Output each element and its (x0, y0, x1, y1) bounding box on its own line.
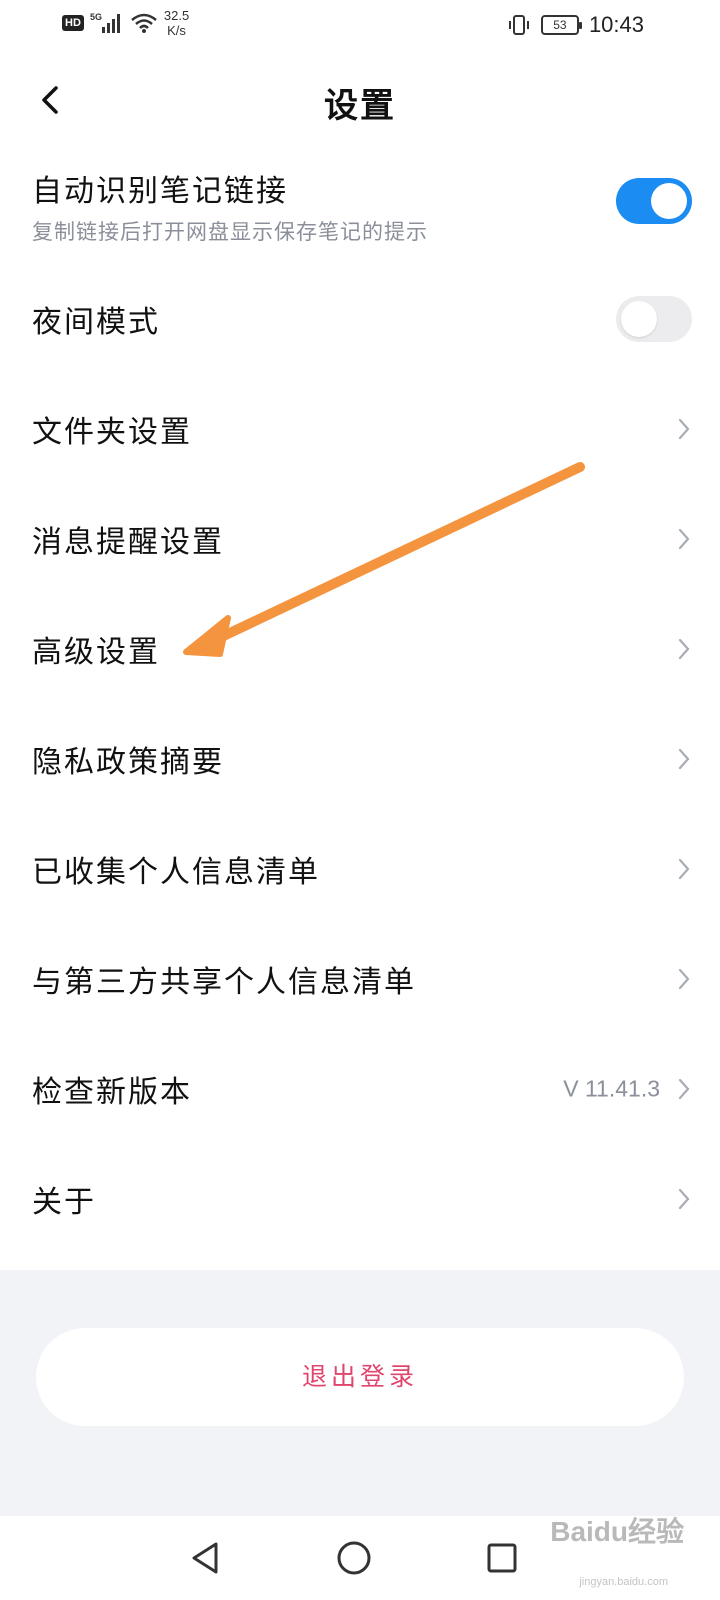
chevron-right-icon (678, 858, 690, 880)
status-bar-left: HD 5G 32.5 K/s (62, 8, 189, 38)
setting-notifications[interactable]: 消息提醒设置 (0, 484, 720, 594)
signal-5g-icon: 5G (90, 12, 120, 33)
setting-third-party-sharing-label: 与第三方共享个人信息清单 (32, 965, 416, 1000)
setting-check-update[interactable]: 检查新版本 V 11.41.3 (0, 1034, 720, 1144)
settings-list: 自动识别笔记链接 复制链接后打开网盘显示保存笔记的提示 夜间模式 文件夹设置 消… (0, 146, 720, 1254)
setting-advanced-label: 高级设置 (32, 635, 160, 670)
toggle-knob (651, 183, 687, 219)
setting-about[interactable]: 关于 (0, 1144, 720, 1254)
setting-auto-link-subtitle: 复制链接后打开网盘显示保存笔记的提示 (32, 220, 428, 244)
chevron-right-icon (678, 748, 690, 770)
triangle-back-icon[interactable] (186, 1538, 226, 1578)
setting-privacy-summary[interactable]: 隐私政策摘要 (0, 704, 720, 814)
status-bar-right: 53 10:43 (507, 12, 644, 38)
clock: 10:43 (588, 12, 644, 37)
setting-privacy-summary-label: 隐私政策摘要 (32, 745, 224, 780)
night-mode-toggle[interactable] (616, 296, 692, 342)
signal-label: 5G (90, 12, 102, 22)
setting-folder-label: 文件夹设置 (32, 415, 192, 450)
version-value: V 11.41.3 (563, 1075, 660, 1102)
chevron-right-icon (678, 638, 690, 660)
speed-unit: K/s (167, 23, 186, 38)
chevron-right-icon (678, 528, 690, 550)
page-title: 设置 (324, 86, 396, 126)
baidu-watermark: Baidu经验 (550, 1516, 684, 1547)
setting-night-mode-label: 夜间模式 (32, 305, 160, 340)
network-speed: 32.5 K/s (164, 8, 189, 38)
header: 设置 (0, 62, 720, 138)
square-recents-icon[interactable] (482, 1538, 522, 1578)
setting-third-party-sharing[interactable]: 与第三方共享个人信息清单 (0, 924, 720, 1034)
setting-collected-info-label: 已收集个人信息清单 (32, 855, 320, 890)
vibrate-icon (508, 15, 529, 35)
setting-auto-link-label: 自动识别笔记链接 (32, 174, 288, 209)
setting-collected-info[interactable]: 已收集个人信息清单 (0, 814, 720, 924)
setting-about-label: 关于 (32, 1185, 96, 1220)
setting-check-update-label: 检查新版本 (32, 1075, 192, 1110)
baidu-watermark-url: jingyan.baidu.com (579, 1576, 668, 1588)
status-bar: HD 5G 32.5 K/s 53 10:43 (0, 0, 720, 50)
toggle-knob (621, 301, 657, 337)
bottom-area: 退出登录 (0, 1270, 720, 1516)
circle-home-icon[interactable] (334, 1538, 374, 1578)
speed-value: 32.5 (163, 8, 190, 23)
chevron-right-icon (678, 418, 690, 440)
setting-folder[interactable]: 文件夹设置 (0, 374, 720, 484)
chevron-right-icon (678, 1188, 690, 1210)
logout-button[interactable]: 退出登录 (36, 1328, 684, 1426)
setting-night-mode: 夜间模式 (0, 264, 720, 374)
setting-auto-link: 自动识别笔记链接 复制链接后打开网盘显示保存笔记的提示 (0, 146, 720, 264)
wifi-icon (131, 13, 157, 33)
setting-notifications-label: 消息提醒设置 (32, 525, 224, 560)
chevron-right-icon (678, 1078, 690, 1100)
hd-badge: HD (62, 15, 84, 31)
auto-link-toggle[interactable] (616, 178, 692, 224)
battery-indicator: 53 (540, 15, 582, 35)
setting-advanced[interactable]: 高级设置 (0, 594, 720, 704)
chevron-right-icon (678, 968, 690, 990)
